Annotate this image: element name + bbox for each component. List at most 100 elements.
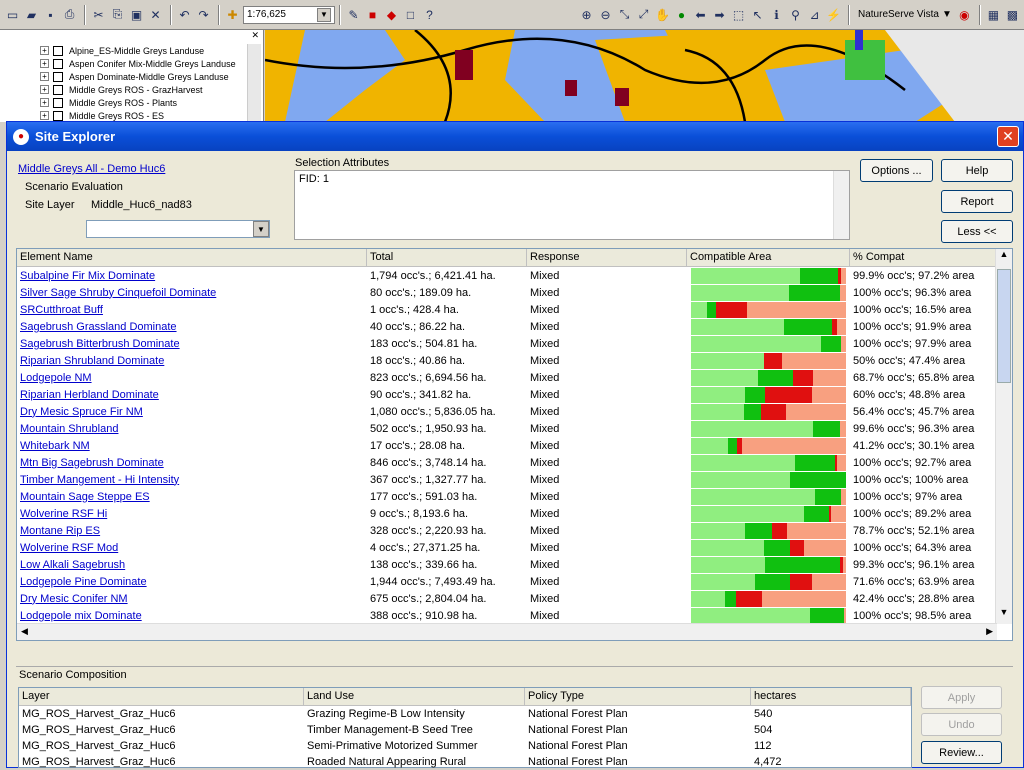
scroll-up-icon[interactable]: ▲ (996, 249, 1012, 266)
expand-icon[interactable]: + (40, 98, 49, 107)
table-row[interactable]: SRCutthroat Buff 1 occ's.; 428.4 ha. Mixed… (17, 301, 1012, 318)
element-name-link[interactable]: Timber Mangement - Hi Intensity (17, 474, 367, 486)
toc-item[interactable]: + Aspen Conifer Mix-Middle Greys Landuse (0, 57, 263, 70)
chevron-down-icon[interactable]: ▼ (317, 7, 331, 22)
element-name-link[interactable]: Subalpine Fir Mix Dominate (17, 270, 367, 282)
selection-attributes-box[interactable]: FID: 1 (294, 170, 850, 240)
toolbox-icon[interactable]: ◆ (383, 6, 400, 23)
fixed-zoom-in-icon[interactable]: ⤡ (616, 6, 633, 23)
pan-icon[interactable]: ✋ (654, 6, 671, 23)
tool-icon[interactable]: ▩ (1004, 6, 1021, 23)
table-row[interactable]: Mountain Sage Steppe ES 177 occ's.; 591.0… (17, 488, 1012, 505)
toc-scrollbar[interactable] (247, 44, 261, 122)
table-row[interactable]: Montane Rip ES 328 occ's.; 2,220.93 ha. Mi… (17, 522, 1012, 539)
table-row[interactable]: Sagebrush Grassland Dominate 40 occ's.; 8… (17, 318, 1012, 335)
hyperlink-icon[interactable]: ⚡ (825, 6, 842, 23)
element-name-link[interactable]: Whitebark NM (17, 440, 367, 452)
header-element-name[interactable]: Element Name (17, 249, 367, 266)
site-select-combo[interactable]: ▼ (86, 220, 270, 238)
element-name-link[interactable]: Low Alkali Sagebrush (17, 559, 367, 571)
new-icon[interactable]: ▭ (4, 6, 21, 23)
chevron-down-icon[interactable]: ▼ (253, 221, 269, 237)
full-extent-icon[interactable]: ● (673, 6, 690, 23)
save-icon[interactable]: ▪ (42, 6, 59, 23)
map-scale-combo[interactable]: 1:76,625 ▼ (243, 5, 335, 24)
layer-checkbox[interactable] (53, 71, 63, 82)
delete-icon[interactable]: ✕ (147, 6, 164, 23)
element-name-link[interactable]: Montane Rip ES (17, 525, 367, 537)
element-name-link[interactable]: Riparian Shrubland Dominate (17, 355, 367, 367)
table-row[interactable]: Riparian Shrubland Dominate 18 occ's.; 40… (17, 352, 1012, 369)
find-icon[interactable]: ⚲ (787, 6, 804, 23)
toc-item[interactable]: + Aspen Dominate-Middle Greys Landuse (0, 70, 263, 83)
vista-icon[interactable]: ◉ (956, 6, 973, 23)
table-row[interactable]: Lodgepole mix Dominate 388 occ's.; 910.98… (17, 607, 1012, 624)
review-button[interactable]: Review... (921, 741, 1002, 764)
table-row[interactable]: Dry Mesic Conifer NM 675 occ's.; 2,804.04… (17, 590, 1012, 607)
table-row[interactable]: Mountain Shrubland 502 occ's.; 1,950.93 h… (17, 420, 1012, 437)
options-button[interactable]: Options ... (860, 159, 933, 182)
scroll-thumb[interactable] (997, 269, 1011, 383)
print-icon[interactable]: ⎙ (61, 6, 78, 23)
table-row[interactable]: Low Alkali Sagebrush 138 occ's.; 339.66 h… (17, 556, 1012, 573)
table-row[interactable]: Wolverine RSF Hi 9 occ's.; 8,193.6 ha. Mix… (17, 505, 1012, 522)
header-compatible-area[interactable]: Compatible Area (687, 249, 850, 266)
arctoolbox-icon[interactable]: ■ (364, 6, 381, 23)
table-row[interactable]: Sagebrush Bitterbrush Dominate 183 occ's.… (17, 335, 1012, 352)
grid-vertical-scrollbar[interactable]: ▲ ▼ (995, 249, 1012, 624)
undo-icon[interactable]: ↶ (176, 6, 193, 23)
element-name-link[interactable]: Mountain Sage Steppe ES (17, 491, 367, 503)
open-icon[interactable]: ▰ (23, 6, 40, 23)
scroll-down-icon[interactable]: ▼ (996, 607, 1012, 624)
element-name-link[interactable]: Wolverine RSF Hi (17, 508, 367, 520)
table-row[interactable]: MG_ROS_Harvest_Graz_Huc6 Grazing Regime-B… (19, 706, 911, 722)
help-button[interactable]: Help (941, 159, 1013, 182)
table-row[interactable]: Lodgepole NM 823 occ's.; 6,694.56 ha. Mixe… (17, 369, 1012, 386)
expand-icon[interactable]: + (40, 111, 49, 120)
measure-icon[interactable]: ⊿ (806, 6, 823, 23)
selection-attributes-scrollbar[interactable] (833, 171, 849, 239)
element-name-link[interactable]: Sagebrush Grassland Dominate (17, 321, 367, 333)
table-row[interactable]: MG_ROS_Harvest_Graz_Huc6 Semi-Primative M… (19, 738, 911, 754)
header-layer[interactable]: Layer (19, 688, 304, 705)
element-name-link[interactable]: Sagebrush Bitterbrush Dominate (17, 338, 367, 350)
fixed-zoom-out-icon[interactable]: ⤢ (635, 6, 652, 23)
table-row[interactable]: MG_ROS_Harvest_Graz_Huc6 Timber Managemen… (19, 722, 911, 738)
element-name-link[interactable]: Lodgepole mix Dominate (17, 610, 367, 622)
element-name-link[interactable]: Riparian Herbland Dominate (17, 389, 367, 401)
back-icon[interactable]: ⬅ (692, 6, 709, 23)
grid-horizontal-scrollbar[interactable]: ◀ ▶ (17, 623, 997, 640)
element-name-link[interactable]: Lodgepole NM (17, 372, 367, 384)
header-policy-type[interactable]: Policy Type (525, 688, 751, 705)
expand-icon[interactable]: + (40, 59, 49, 68)
expand-icon[interactable]: + (40, 46, 49, 55)
element-name-link[interactable]: Dry Mesic Spruce Fir NM (17, 406, 367, 418)
table-row[interactable]: Timber Mangement - Hi Intensity 367 occ's… (17, 471, 1012, 488)
layer-checkbox[interactable] (53, 110, 63, 121)
scroll-left-icon[interactable]: ◀ (21, 626, 28, 637)
zoom-in-icon[interactable]: ⊕ (578, 6, 595, 23)
close-icon[interactable]: ✕ (0, 30, 263, 44)
header-total[interactable]: Total (367, 249, 527, 266)
toc-item[interactable]: + Middle Greys ROS - GrazHarvest (0, 83, 263, 96)
less-button[interactable]: Less << (941, 220, 1013, 243)
layer-checkbox[interactable] (53, 97, 63, 108)
workspace-link[interactable]: Middle Greys All - Demo Huc6 (18, 163, 165, 175)
expand-icon[interactable]: + (40, 72, 49, 81)
header-land-use[interactable]: Land Use (304, 688, 525, 705)
copy-icon[interactable]: ⎘ (109, 6, 126, 23)
window-icon[interactable]: □ (402, 6, 419, 23)
header-response[interactable]: Response (527, 249, 687, 266)
cut-icon[interactable]: ✂ (90, 6, 107, 23)
forward-icon[interactable]: ➡ (711, 6, 728, 23)
natureserve-vista-menu[interactable]: NatureServe Vista ▼ (858, 9, 952, 20)
undo-button[interactable]: Undo (921, 713, 1002, 736)
identify-icon[interactable]: ℹ (768, 6, 785, 23)
element-name-link[interactable]: Wolverine RSF Mod (17, 542, 367, 554)
paste-icon[interactable]: ▣ (128, 6, 145, 23)
dialog-titlebar[interactable]: ● Site Explorer (7, 122, 1023, 151)
whats-this-icon[interactable]: ? (421, 6, 438, 23)
editor-icon[interactable]: ✎ (345, 6, 362, 23)
tool-icon[interactable]: ▦ (985, 6, 1002, 23)
close-button[interactable]: ✕ (997, 126, 1019, 147)
